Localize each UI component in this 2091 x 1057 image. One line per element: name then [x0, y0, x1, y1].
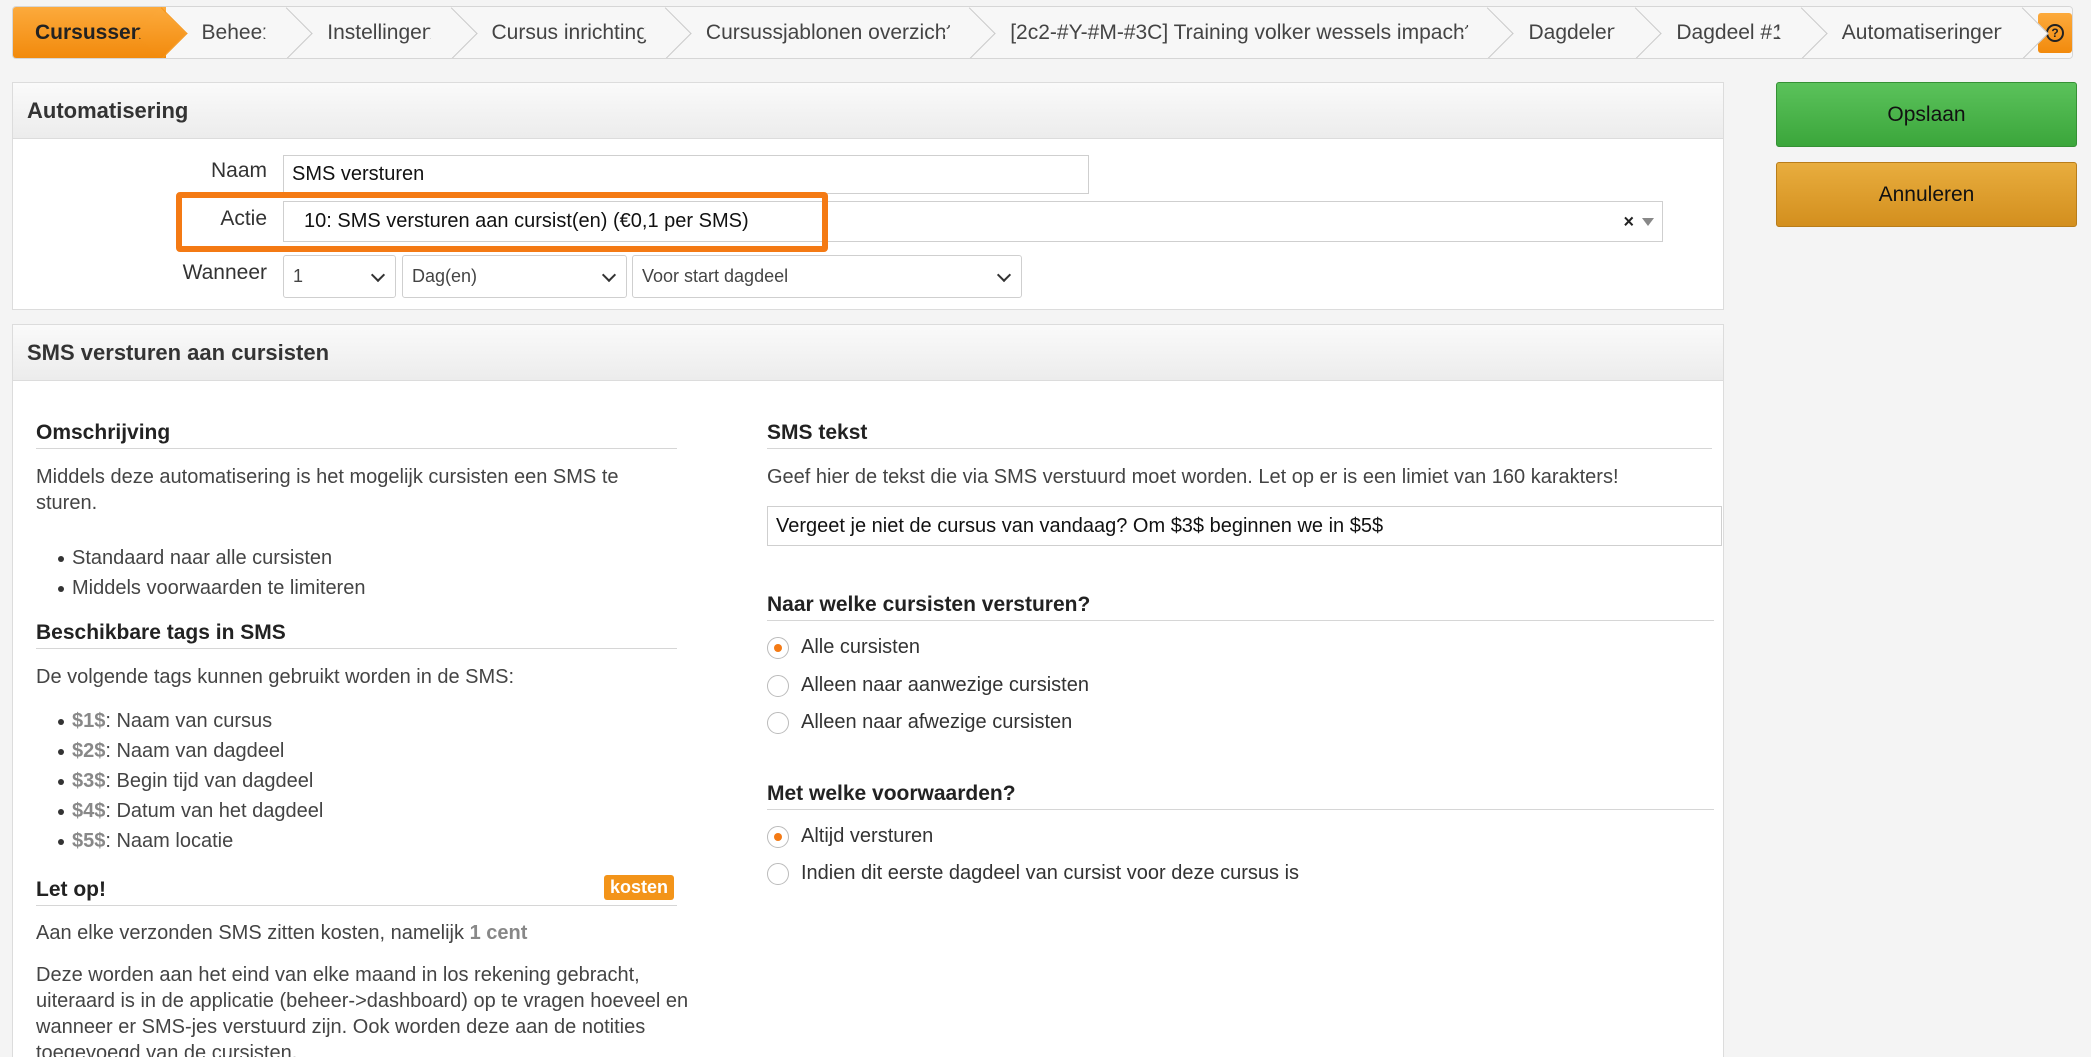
tags-list: $1$: Naam van cursus $2$: Naam van dagde…	[36, 706, 323, 856]
radio-afwezige-cursisten[interactable]: Alleen naar afwezige cursisten	[767, 711, 1072, 734]
omschrijving-list: Standaard naar alle cursisten Middels vo…	[36, 543, 365, 603]
list-item: $4$: Datum van het dagdeel	[36, 796, 323, 826]
radio-altijd-versturen[interactable]: Altijd versturen	[767, 825, 933, 848]
radio-icon[interactable]	[767, 862, 789, 885]
breadcrumb-item-cursussen[interactable]: Cursussen	[13, 7, 166, 58]
breadcrumb-item-automatiseringen[interactable]: Automatiseringen	[1805, 7, 2028, 58]
automation-panel: Automatisering Naam SMS versturen Actie …	[12, 82, 1724, 310]
wanneer-unit-select[interactable]: Dag(en)	[402, 255, 627, 298]
breadcrumb-item-training[interactable]: [2c2-#Y-#M-#3C] Training volker wessels …	[974, 7, 1493, 58]
breadcrumb-item-dagdelen[interactable]: Dagdelen	[1492, 7, 1641, 58]
letop-details: Deze worden aan het eind van elke maand …	[36, 964, 689, 1057]
chevron-down-icon	[601, 267, 617, 282]
recipients-title: Naar welke cursisten versturen?	[767, 593, 1714, 621]
radio-icon[interactable]	[767, 711, 789, 734]
radio-icon[interactable]	[767, 674, 789, 697]
wanneer-label: Wanneer	[182, 261, 267, 284]
conditions-title: Met welke voorwaarden?	[767, 782, 1714, 810]
list-item: Standaard naar alle cursisten	[36, 543, 365, 573]
letop-title: Let op!	[36, 878, 677, 906]
naam-label: Naam	[210, 159, 267, 182]
letop-text: Aan elke verzonden SMS zitten kosten, na…	[36, 922, 528, 944]
wanneer-moment-select[interactable]: Voor start dagdeel	[632, 255, 1022, 298]
chevron-down-icon	[996, 267, 1012, 282]
radio-checked-icon[interactable]	[767, 636, 789, 659]
breadcrumb: Cursussen Beheer Instellingen Cursus inr…	[12, 6, 2073, 59]
breadcrumb-item-cursus-inrichting[interactable]: Cursus inrichting	[455, 7, 670, 58]
cancel-button[interactable]: Annuleren	[1776, 162, 2077, 227]
actie-label: Actie	[220, 207, 267, 230]
radio-eerste-dagdeel[interactable]: Indien dit eerste dagdeel van cursist vo…	[767, 862, 1299, 885]
sms-tekst-hint: Geef hier de tekst die via SMS verstuurd…	[767, 466, 1619, 488]
list-item: $3$: Begin tijd van dagdeel	[36, 766, 323, 796]
caret-down-icon	[1642, 217, 1654, 226]
list-item: Middels voorwaarden te limiteren	[36, 573, 365, 603]
sms-tekst-input[interactable]: Vergeet je niet de cursus van vandaag? O…	[767, 506, 1722, 546]
sms-panel-title: SMS versturen aan cursisten	[13, 325, 1723, 381]
chevron-down-icon	[370, 267, 386, 282]
actie-select-value: 10: SMS versturen aan cursist(en) (€0,1 …	[304, 210, 749, 232]
naam-input[interactable]: SMS versturen	[283, 155, 1089, 194]
list-item: $2$: Naam van dagdeel	[36, 736, 323, 766]
omschrijving-text: Middels deze automatisering is het mogel…	[36, 466, 619, 514]
kosten-badge: kosten	[604, 875, 675, 900]
clear-icon[interactable]: ×	[1623, 211, 1634, 232]
tags-title: Beschikbare tags in SMS	[36, 621, 677, 649]
omschrijving-title: Omschrijving	[36, 421, 677, 449]
breadcrumb-item-dagdeel-1[interactable]: Dagdeel #1	[1640, 7, 1806, 58]
automation-panel-title: Automatisering	[13, 83, 1723, 139]
radio-alle-cursisten[interactable]: Alle cursisten	[767, 636, 920, 659]
radio-checked-icon[interactable]	[767, 825, 789, 848]
breadcrumb-item-cursussjablonen[interactable]: Cursussjablonen overzicht	[669, 7, 975, 58]
radio-aanwezige-cursisten[interactable]: Alleen naar aanwezige cursisten	[767, 674, 1089, 697]
sms-panel: SMS versturen aan cursisten Omschrijving…	[12, 324, 1724, 1057]
list-item: $5$: Naam locatie	[36, 826, 323, 856]
actie-select[interactable]: 10: SMS versturen aan cursist(en) (€0,1 …	[283, 201, 1663, 242]
wanneer-number-select[interactable]: 1	[283, 255, 396, 298]
sms-tekst-title: SMS tekst	[767, 421, 1712, 449]
breadcrumb-item-instellingen[interactable]: Instellingen	[291, 7, 456, 58]
list-item: $1$: Naam van cursus	[36, 706, 323, 736]
save-button[interactable]: Opslaan	[1776, 82, 2077, 147]
tags-intro: De volgende tags kunnen gebruikt worden …	[36, 666, 515, 688]
